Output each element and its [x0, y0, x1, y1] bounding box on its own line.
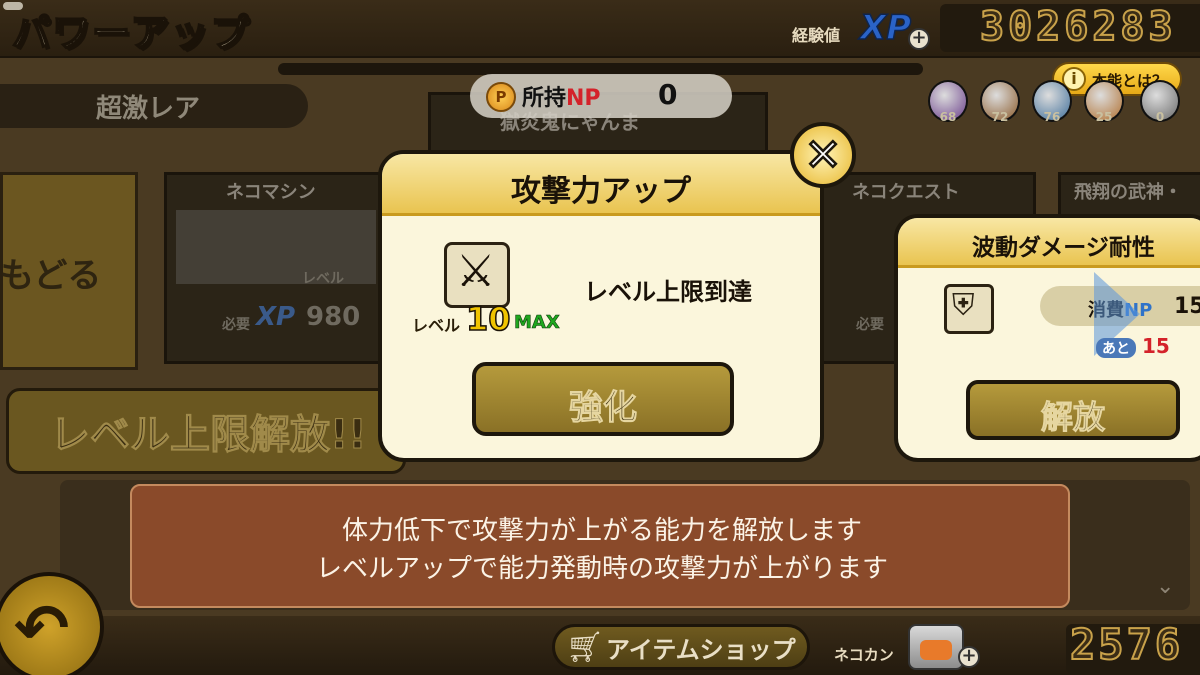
cat-food-add-button[interactable]: +: [958, 646, 980, 668]
item-shop-label: アイテムショップ: [606, 636, 796, 664]
np-cost-value: 15: [1174, 294, 1200, 319]
unit-card-left-xp-value: 980: [306, 302, 361, 332]
chevron-down-icon[interactable]: ⌄: [1156, 574, 1174, 599]
level-label: レベル: [412, 316, 461, 335]
np-coin-icon: P: [486, 82, 516, 112]
description-line-2: レベルアップで能力発動時の攻撃力が上がります: [315, 554, 888, 584]
enhance-button-label: 強化: [569, 388, 638, 429]
level-status: レベル上限到達: [584, 278, 752, 306]
np-label-prefix: 所持: [522, 86, 567, 111]
level-max-badge: MAX: [514, 312, 560, 334]
ability-description: 体力低下で攻撃力が上がる能力を解放します レベルアップで能力発動時の攻撃力が上が…: [130, 484, 1070, 608]
cat-food-can-label-icon: [920, 640, 952, 660]
remaining-value: 15: [1142, 334, 1170, 358]
np-label-np: NP: [566, 86, 601, 111]
xp-add-button[interactable]: +: [908, 28, 930, 50]
unit-card-far-right-title: 飛翔の武神・: [1074, 182, 1182, 203]
unit-card-left-required: 必要: [222, 317, 250, 333]
scroll-thumb[interactable]: [3, 2, 23, 10]
np-value: 0: [658, 78, 678, 111]
unit-card-left-xp-icon: XP: [256, 302, 296, 332]
level-limit-unlock-label: レベル上限解放!!: [49, 412, 367, 459]
close-icon: ✕: [803, 129, 842, 183]
orb-count: 76: [1043, 110, 1061, 124]
unit-card-left-level: レベル: [302, 271, 344, 287]
orb-count: 68: [939, 110, 957, 124]
return-arrow-icon: ↶: [14, 590, 70, 667]
wave-resist-title: 波動ダメージ耐性: [972, 235, 1155, 261]
description-line-1: 体力低下で攻撃力が上がる能力を解放します: [341, 516, 862, 546]
unit-card-left-art: [176, 210, 376, 284]
rarity-tab-label: 超激レア: [96, 94, 201, 124]
unit-card-right-title: ネコクエスト: [852, 182, 960, 203]
enhance-button[interactable]: 強化: [472, 362, 734, 436]
power-up-dialog: 攻撃力アップ ⚔ レベル 10 MAX レベル上限到達 強化: [378, 150, 824, 462]
close-button[interactable]: ✕: [790, 122, 856, 188]
wave-shield-glyph-icon: ⛨: [952, 288, 975, 323]
unit-card-left-title: ネコマシン: [226, 182, 316, 203]
screen-title: パワーアップ: [11, 10, 251, 56]
dialog-title: 攻撃力アップ: [511, 174, 691, 209]
orb-count: 0: [1155, 110, 1165, 124]
cat-food-label: ネコカン: [834, 646, 894, 664]
unit-card-right-required: 必要: [856, 317, 884, 333]
cart-icon: 🛒︎: [566, 630, 605, 665]
level-value: 10: [465, 299, 511, 339]
orb-count: 25: [1095, 110, 1113, 124]
unlock-button-label: 解放: [1040, 398, 1105, 437]
back-label: もどる: [0, 256, 102, 296]
remaining-label: あと: [1096, 338, 1136, 358]
unlock-button[interactable]: 解放: [966, 380, 1180, 440]
np-label: 所持NP: [522, 80, 601, 112]
xp-value: 3026283: [979, 3, 1177, 51]
xp-label: 経験値: [792, 26, 841, 45]
orb-count: 72: [991, 110, 1009, 124]
sword-icon: ⚔: [456, 246, 496, 297]
xp-icon: XP: [859, 7, 912, 49]
cat-food-value: 2576: [1069, 619, 1184, 670]
